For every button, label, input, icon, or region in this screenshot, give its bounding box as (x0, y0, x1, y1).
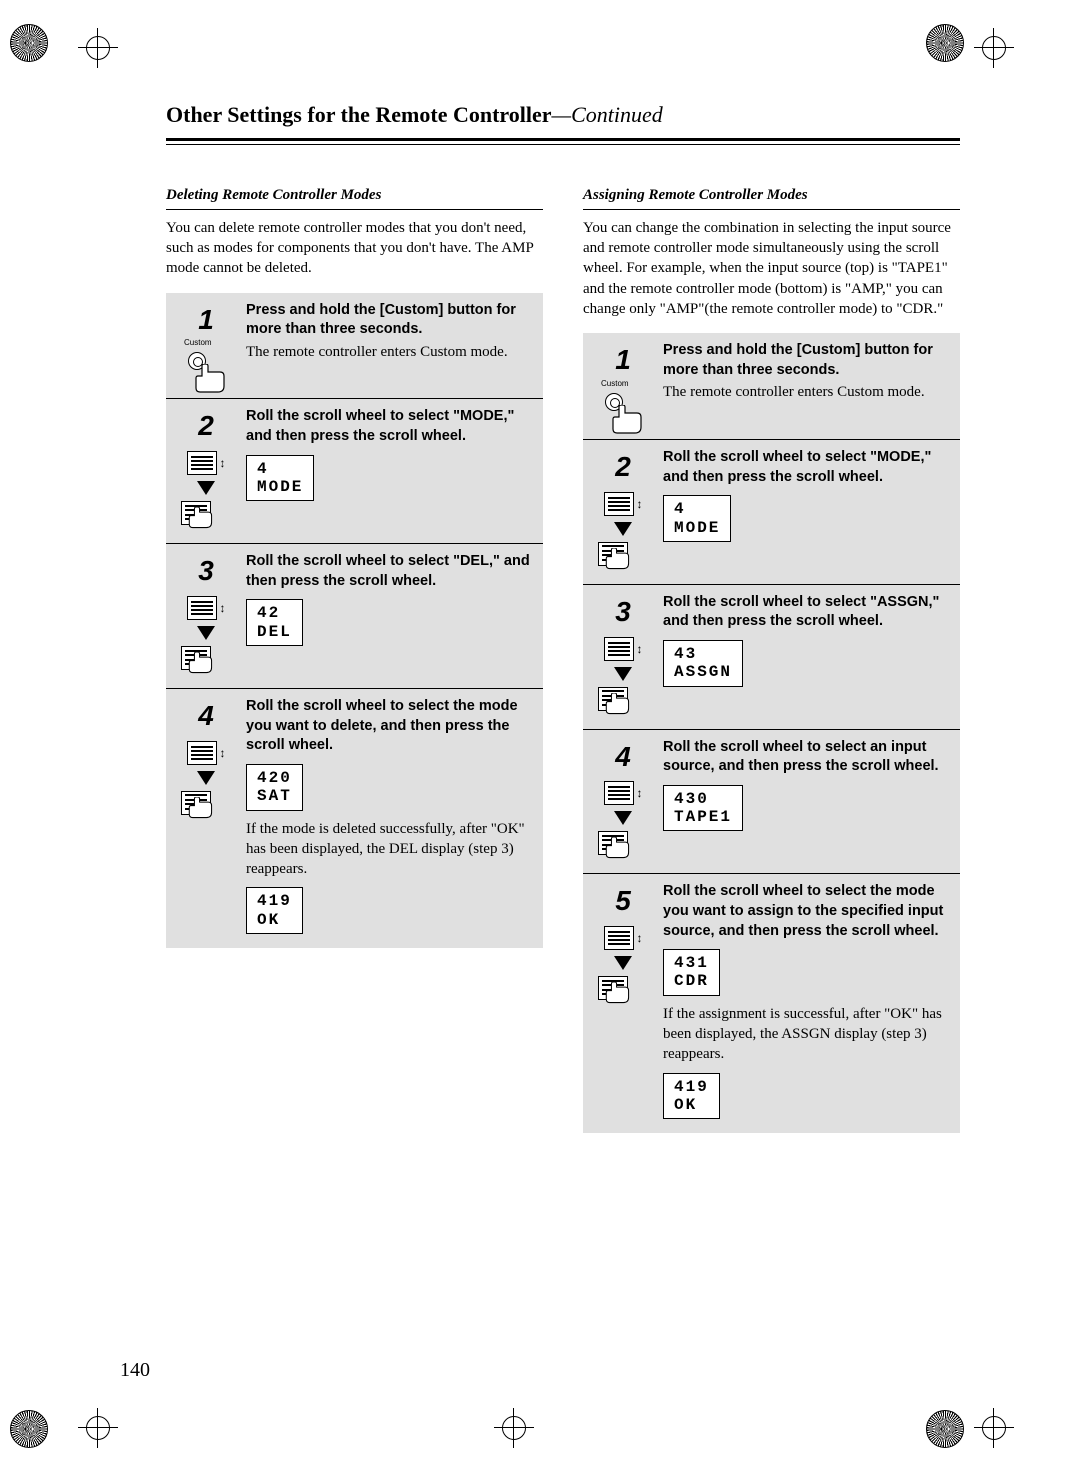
custom-button-press-icon: Custom (180, 338, 232, 398)
scroll-wheel-press-icon (598, 831, 648, 873)
step-number: 2 (198, 407, 214, 445)
page-title-main: Other Settings for the Remote Controller (166, 102, 552, 127)
step-instruction: Roll the scroll wheel to select an input… (663, 738, 954, 777)
step-instruction: Roll the scroll wheel to select "MODE," … (246, 407, 537, 446)
right-step-4: 4 ↕ Roll the scroll wheel to select an i… (583, 730, 960, 875)
step-number: 5 (615, 882, 631, 920)
scroll-wheel-press-icon (181, 791, 231, 833)
page-title: Other Settings for the Remote Controller… (166, 100, 960, 130)
lcd-display: 4 MODE (246, 455, 314, 502)
left-column: Deleting Remote Controller Modes You can… (166, 185, 543, 1134)
two-column-layout: Deleting Remote Controller Modes You can… (166, 185, 960, 1134)
step-instruction: Roll the scroll wheel to select the mode… (246, 697, 537, 756)
step-number: 4 (615, 738, 631, 776)
lcd-display: 42 DEL (246, 599, 303, 646)
subtitle-rule (583, 209, 960, 210)
right-step-1: 1 Custom Press and hold the [Custom] but… (583, 333, 960, 440)
scroll-wheel-icon: ↕ (181, 741, 231, 833)
header-rule-thin (166, 144, 960, 145)
step-detail: The remote controller enters Custom mode… (246, 342, 537, 362)
scroll-wheel-press-icon (181, 646, 231, 688)
step-instruction: Roll the scroll wheel to select the mode… (663, 882, 954, 941)
scroll-wheel-icon: ↕ (181, 451, 231, 543)
step-detail: If the mode is deleted successfully, aft… (246, 819, 537, 880)
step-instruction: Press and hold the [Custom] button for m… (246, 301, 537, 340)
step-instruction: Roll the scroll wheel to select "ASSGN,"… (663, 593, 954, 632)
step-detail: If the assignment is successful, after "… (663, 1004, 954, 1065)
registration-mark-icon (78, 1408, 118, 1448)
arrow-down-icon (197, 481, 215, 495)
right-subtitle: Assigning Remote Controller Modes (583, 185, 960, 205)
header-rule-thick (166, 138, 960, 141)
step-instruction: Press and hold the [Custom] button for m… (663, 341, 954, 380)
page-number: 140 (120, 1357, 150, 1384)
scroll-wheel-icon: ↕ (598, 492, 648, 584)
left-step-3: 3 ↕ Roll the scroll wheel to select "DEL… (166, 544, 543, 689)
arrow-down-icon (614, 956, 632, 970)
scroll-wheel-press-icon (598, 542, 648, 584)
step-instruction: Roll the scroll wheel to select "MODE," … (663, 448, 954, 487)
step-number: 3 (615, 593, 631, 631)
left-step-4: 4 ↕ Roll the scroll wheel to select the … (166, 689, 543, 948)
step-number: 2 (615, 448, 631, 486)
scroll-wheel-icon: ↕ (598, 926, 648, 1018)
lcd-display: 420 SAT (246, 764, 303, 811)
lcd-display: 431 CDR (663, 949, 720, 996)
print-disk-icon (10, 24, 48, 62)
registration-mark-icon (494, 1408, 534, 1448)
lcd-display: 43 ASSGN (663, 640, 743, 687)
scroll-wheel-icon: ↕ (598, 637, 648, 729)
left-subtitle: Deleting Remote Controller Modes (166, 185, 543, 205)
subtitle-rule (166, 209, 543, 210)
registration-mark-icon (78, 28, 118, 68)
scroll-wheel-press-icon (181, 501, 231, 543)
scroll-wheel-icon: ↕ (598, 781, 648, 873)
right-intro-text: You can change the combination in select… (583, 218, 960, 319)
left-steps-box: 1 Custom Press and hold the [Custom] but… (166, 293, 543, 948)
scroll-wheel-press-icon (598, 976, 648, 1018)
lcd-display: 419 OK (663, 1073, 720, 1120)
scroll-wheel-icon: ↕ (181, 596, 231, 688)
arrow-down-icon (614, 667, 632, 681)
right-steps-box: 1 Custom Press and hold the [Custom] but… (583, 333, 960, 1133)
page-title-continued: —Continued (552, 102, 663, 127)
step-instruction: Roll the scroll wheel to select "DEL," a… (246, 552, 537, 591)
step-number: 1 (615, 341, 631, 379)
right-step-2: 2 ↕ Roll the scroll wheel to select "MOD… (583, 440, 960, 585)
step-detail: The remote controller enters Custom mode… (663, 382, 954, 402)
arrow-down-icon (614, 522, 632, 536)
print-disk-icon (926, 24, 964, 62)
print-disk-icon (926, 1410, 964, 1448)
right-step-3: 3 ↕ Roll the scroll wheel to select "ASS… (583, 585, 960, 730)
lcd-display: 419 OK (246, 887, 303, 934)
arrow-down-icon (614, 811, 632, 825)
custom-button-press-icon: Custom (597, 379, 649, 439)
lcd-display: 4 MODE (663, 495, 731, 542)
left-intro-text: You can delete remote controller modes t… (166, 218, 543, 279)
step-number: 4 (198, 697, 214, 735)
print-disk-icon (10, 1410, 48, 1448)
right-step-5: 5 ↕ Roll the scroll wheel to select the … (583, 874, 960, 1133)
step-number: 3 (198, 552, 214, 590)
registration-mark-icon (974, 1408, 1014, 1448)
step-number: 1 (198, 301, 214, 339)
right-column: Assigning Remote Controller Modes You ca… (583, 185, 960, 1134)
lcd-display: 430 TAPE1 (663, 785, 743, 832)
left-step-1: 1 Custom Press and hold the [Custom] but… (166, 293, 543, 400)
registration-mark-icon (974, 28, 1014, 68)
arrow-down-icon (197, 626, 215, 640)
arrow-down-icon (197, 771, 215, 785)
left-step-2: 2 ↕ Roll the scroll wheel to select "MOD… (166, 399, 543, 544)
scroll-wheel-press-icon (598, 687, 648, 729)
